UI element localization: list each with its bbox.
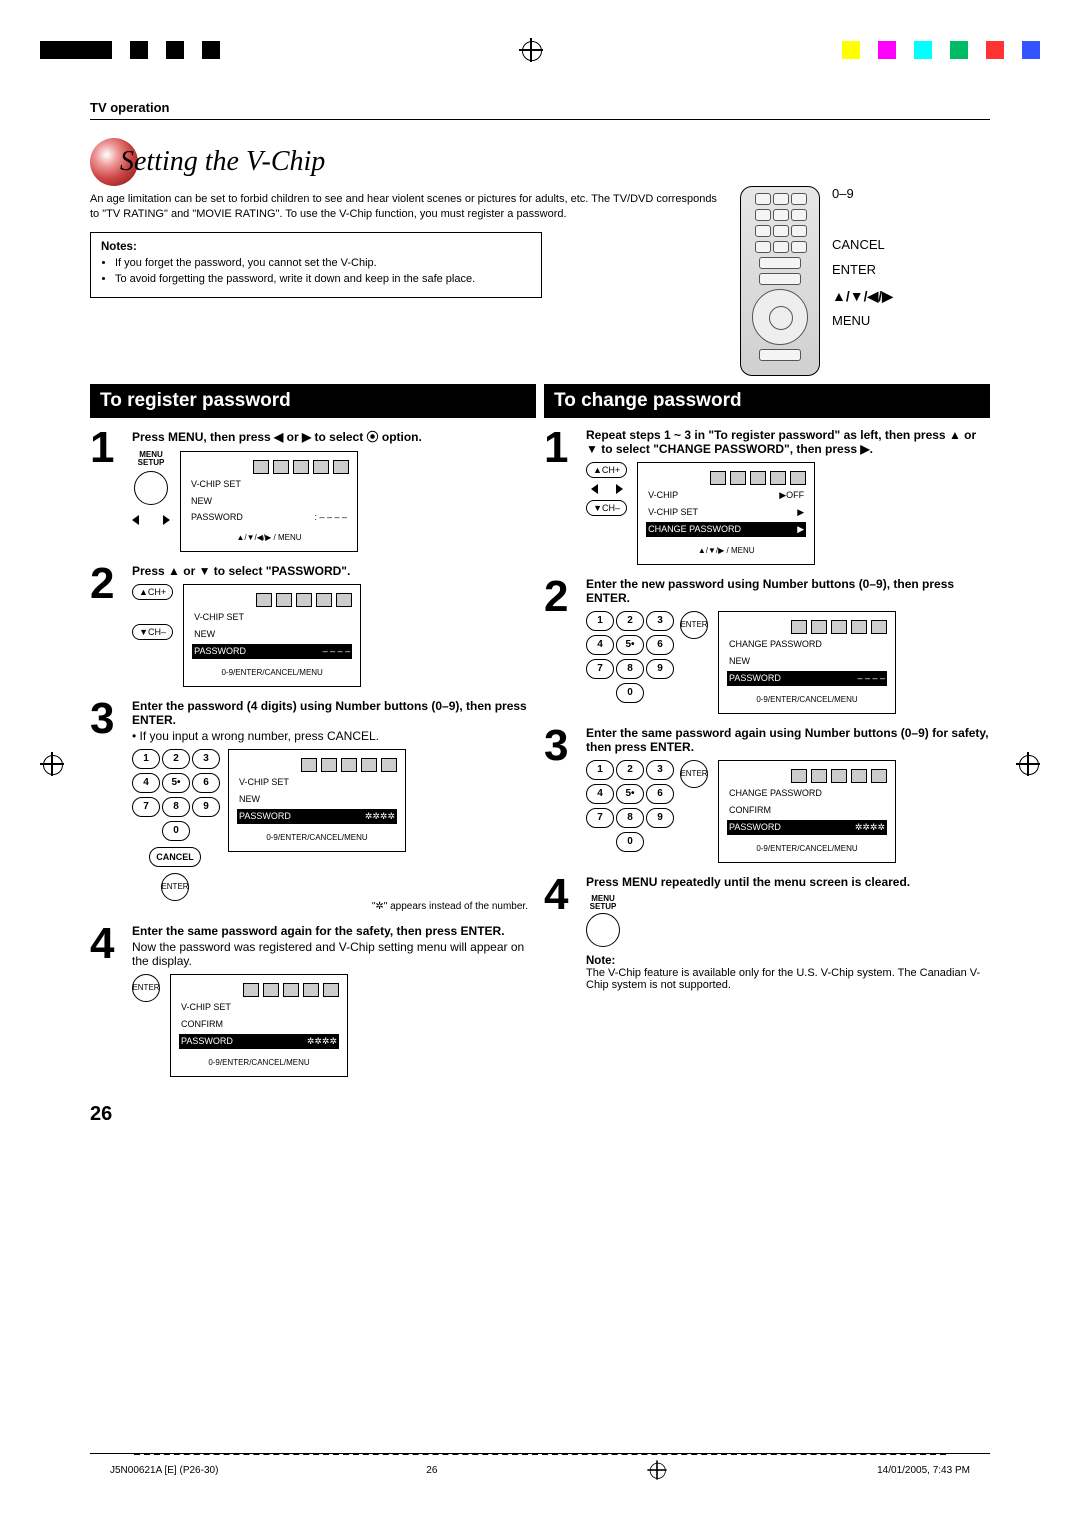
enter-button-icon: ENTER bbox=[161, 873, 189, 901]
mask-note: "✲" appears instead of the number. bbox=[132, 901, 536, 912]
ch-up-icon: ▲CH+ bbox=[586, 462, 627, 478]
enter-button-icon: ENTER bbox=[680, 760, 708, 788]
color-blocks-right bbox=[842, 41, 1040, 59]
section-label: TV operation bbox=[90, 100, 990, 115]
footer-right: 14/01/2005, 7:43 PM bbox=[877, 1465, 970, 1476]
step4b-text: Now the password was registered and V-Ch… bbox=[132, 940, 536, 968]
right-arrow-icon bbox=[163, 515, 170, 525]
col-heading: To register password bbox=[90, 384, 536, 418]
color-blocks-left bbox=[40, 41, 220, 59]
left-arrow-icon bbox=[132, 515, 139, 525]
step1-text: Press MENU, then press ◀ or ▶ to select … bbox=[132, 430, 422, 444]
cancel-button-icon: CANCEL bbox=[149, 847, 201, 867]
step-number: 2 bbox=[90, 564, 124, 687]
remote-labels: 0–9 CANCEL ENTER ▲/▼/◀/▶ MENU bbox=[832, 186, 893, 330]
note-body: The V-Chip feature is available only for… bbox=[586, 967, 980, 991]
remote-label-enter: ENTER bbox=[832, 262, 893, 279]
col-register: To register password 1 Press MENU, then … bbox=[90, 384, 536, 1089]
col-change: To change password 1 Repeat steps 1 ~ 3 … bbox=[544, 384, 990, 1089]
step-number: 1 bbox=[544, 428, 578, 565]
footer-left: J5N00621A [E] (P26-30) bbox=[110, 1465, 218, 1476]
menu-setup-label: MENU SETUP bbox=[138, 451, 165, 467]
step-number: 4 bbox=[90, 924, 124, 1077]
step-number: 4 bbox=[544, 875, 578, 991]
registration-mark-icon bbox=[519, 38, 543, 62]
osd-screen: CHANGE PASSWORD NEW PASSWORD– – – – 0-9/… bbox=[718, 611, 896, 714]
registration-mark-icon bbox=[1016, 752, 1040, 776]
menu-button-icon bbox=[134, 471, 168, 505]
menu-button-icon bbox=[586, 913, 620, 947]
printer-registration-bar bbox=[0, 38, 1080, 62]
osd-screen: V-CHIP SET NEW PASSWORD✲✲✲✲ 0-9/ENTER/CA… bbox=[228, 749, 406, 852]
osd-screen: V-CHIP SET NEW PASSWORD– – – – 0-9/ENTER… bbox=[183, 584, 361, 687]
ch-up-icon: ▲CH+ bbox=[132, 584, 173, 600]
note-item: If you forget the password, you cannot s… bbox=[115, 257, 531, 269]
note-heading: Note: bbox=[586, 955, 615, 967]
registration-mark-icon bbox=[40, 752, 64, 776]
step-number: 3 bbox=[544, 726, 578, 863]
remote-label-num: 0–9 bbox=[832, 186, 893, 203]
footer-mid: 26 bbox=[426, 1465, 437, 1476]
r-step2-text: Enter the new password using Number butt… bbox=[586, 577, 954, 605]
remote-label-arrows: ▲/▼/◀/▶ bbox=[832, 287, 893, 305]
remote-icon bbox=[740, 186, 820, 376]
step-number: 3 bbox=[90, 699, 124, 912]
notes-heading: Notes: bbox=[101, 241, 531, 253]
header-rule bbox=[90, 119, 990, 120]
number-pad-icon: 123 45•6 789 0 bbox=[132, 749, 218, 841]
note-item: To avoid forgetting the password, write … bbox=[115, 273, 531, 285]
step-number: 2 bbox=[544, 577, 578, 714]
col-heading: To change password bbox=[544, 384, 990, 418]
osd-screen: V-CHIP SET CONFIRM PASSWORD✲✲✲✲ 0-9/ENTE… bbox=[170, 974, 348, 1077]
osd-screen: CHANGE PASSWORD CONFIRM PASSWORD✲✲✲✲ 0-9… bbox=[718, 760, 896, 863]
ch-down-icon: ▼CH– bbox=[132, 624, 173, 640]
step-number: 1 bbox=[90, 428, 124, 552]
page-title: Setting the V-Chip bbox=[120, 146, 325, 178]
r-step1-text: Repeat steps 1 ~ 3 in "To register passw… bbox=[586, 428, 976, 456]
footer-meta: J5N00621A [E] (P26-30) 26 14/01/2005, 7:… bbox=[90, 1453, 990, 1482]
r-step3-text: Enter the same password again using Numb… bbox=[586, 726, 989, 754]
registration-mark-icon bbox=[648, 1460, 667, 1479]
intro-paragraph: An age limitation can be set to forbid c… bbox=[90, 186, 720, 222]
number-pad-icon: 123 45•6 789 0 bbox=[586, 760, 672, 852]
osd-screen: V-CHIP▶OFF V-CHIP SET▶ CHANGE PASSWORD▶ … bbox=[637, 462, 815, 565]
ch-down-icon: ▼CH– bbox=[586, 500, 627, 516]
osd-screen: V-CHIP SET NEW PASSWORD: – – – – ▲/▼/◀/▶… bbox=[180, 451, 358, 552]
step2-text: Press ▲ or ▼ to select "PASSWORD". bbox=[132, 564, 350, 578]
right-arrow-icon bbox=[616, 484, 623, 494]
left-arrow-icon bbox=[591, 484, 598, 494]
number-pad-icon: 123 45•6 789 0 bbox=[586, 611, 672, 703]
step3-text: Enter the password (4 digits) using Numb… bbox=[132, 699, 527, 727]
enter-button-icon: ENTER bbox=[680, 611, 708, 639]
remote-label-cancel: CANCEL bbox=[832, 237, 893, 254]
step3b-text: If you input a wrong number, press CANCE… bbox=[140, 729, 379, 743]
page-number: 26 bbox=[90, 1103, 990, 1126]
enter-button-icon: ENTER bbox=[132, 974, 160, 1002]
menu-setup-label: MENU SETUP bbox=[590, 895, 617, 911]
r-step4-text: Press MENU repeatedly until the menu scr… bbox=[586, 875, 910, 889]
remote-label-menu: MENU bbox=[832, 313, 893, 330]
notes-box: Notes: If you forget the password, you c… bbox=[90, 232, 542, 298]
step4-text: Enter the same password again for the sa… bbox=[132, 924, 505, 938]
